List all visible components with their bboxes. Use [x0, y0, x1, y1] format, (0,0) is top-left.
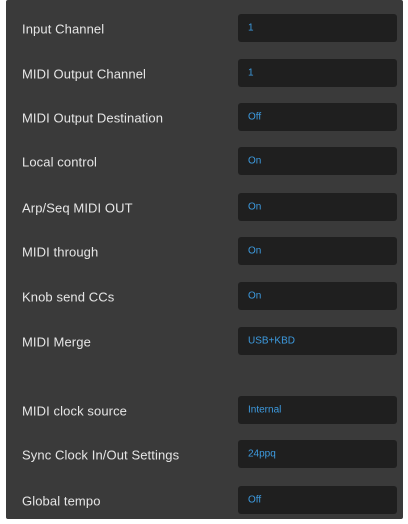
setting-row-midi-output-channel: MIDI Output Channel 1 [6, 59, 403, 89]
setting-label: MIDI through [22, 244, 99, 260]
setting-row-midi-through: MIDI through On [6, 237, 403, 267]
setting-label: Sync Clock In/Out Settings [22, 447, 180, 463]
setting-row-midi-clock-source: MIDI clock source Internal [6, 396, 403, 426]
setting-row-local-control: Local control On [6, 147, 403, 177]
midi-output-destination-select[interactable]: Off [238, 103, 397, 131]
setting-value: 1 [248, 22, 254, 34]
setting-label: MIDI Merge [22, 334, 91, 350]
knob-send-ccs-select[interactable]: On [238, 282, 397, 310]
setting-label: Knob send CCs [22, 289, 115, 305]
setting-value: On [248, 290, 262, 302]
midi-output-channel-select[interactable]: 1 [238, 59, 397, 87]
setting-value: 24ppq [248, 448, 276, 460]
setting-row-global-tempo: Global tempo Off [6, 486, 403, 516]
arp-seq-midi-out-select[interactable]: On [238, 193, 397, 221]
setting-label: Local control [22, 154, 98, 170]
setting-value: On [248, 201, 262, 213]
setting-row-arp-seq-midi-out: Arp/Seq MIDI OUT On [6, 193, 403, 223]
setting-row-sync-clock-settings: Sync Clock In/Out Settings 24ppq [6, 440, 403, 470]
setting-label: MIDI clock source [22, 403, 128, 419]
local-control-select[interactable]: On [238, 147, 397, 175]
setting-value: USB+KBD [248, 335, 295, 347]
midi-merge-select[interactable]: USB+KBD [238, 327, 397, 355]
setting-value: On [248, 245, 262, 257]
global-tempo-select[interactable]: Off [238, 486, 397, 514]
setting-label: MIDI Output Channel [22, 66, 147, 82]
setting-value: Internal [248, 404, 282, 416]
setting-label: Global tempo [22, 493, 101, 509]
setting-row-knob-send-ccs: Knob send CCs On [6, 282, 403, 312]
setting-label: Arp/Seq MIDI OUT [22, 200, 133, 216]
setting-label: MIDI Output Destination [22, 110, 164, 126]
setting-value: On [248, 155, 262, 167]
setting-label: Input Channel [22, 21, 105, 37]
midi-clock-source-select[interactable]: Internal [238, 396, 397, 424]
midi-through-select[interactable]: On [238, 237, 397, 265]
setting-value: Off [248, 111, 262, 123]
midi-settings-panel: Input Channel 1 MIDI Output Channel 1 MI… [6, 0, 403, 519]
setting-row-input-channel: Input Channel 1 [6, 14, 403, 44]
setting-row-midi-merge: MIDI Merge USB+KBD [6, 327, 403, 357]
setting-row-midi-output-destination: MIDI Output Destination Off [6, 103, 403, 133]
setting-value: 1 [248, 67, 254, 79]
sync-clock-settings-select[interactable]: 24ppq [238, 440, 397, 468]
input-channel-select[interactable]: 1 [238, 14, 397, 42]
setting-value: Off [248, 494, 262, 506]
